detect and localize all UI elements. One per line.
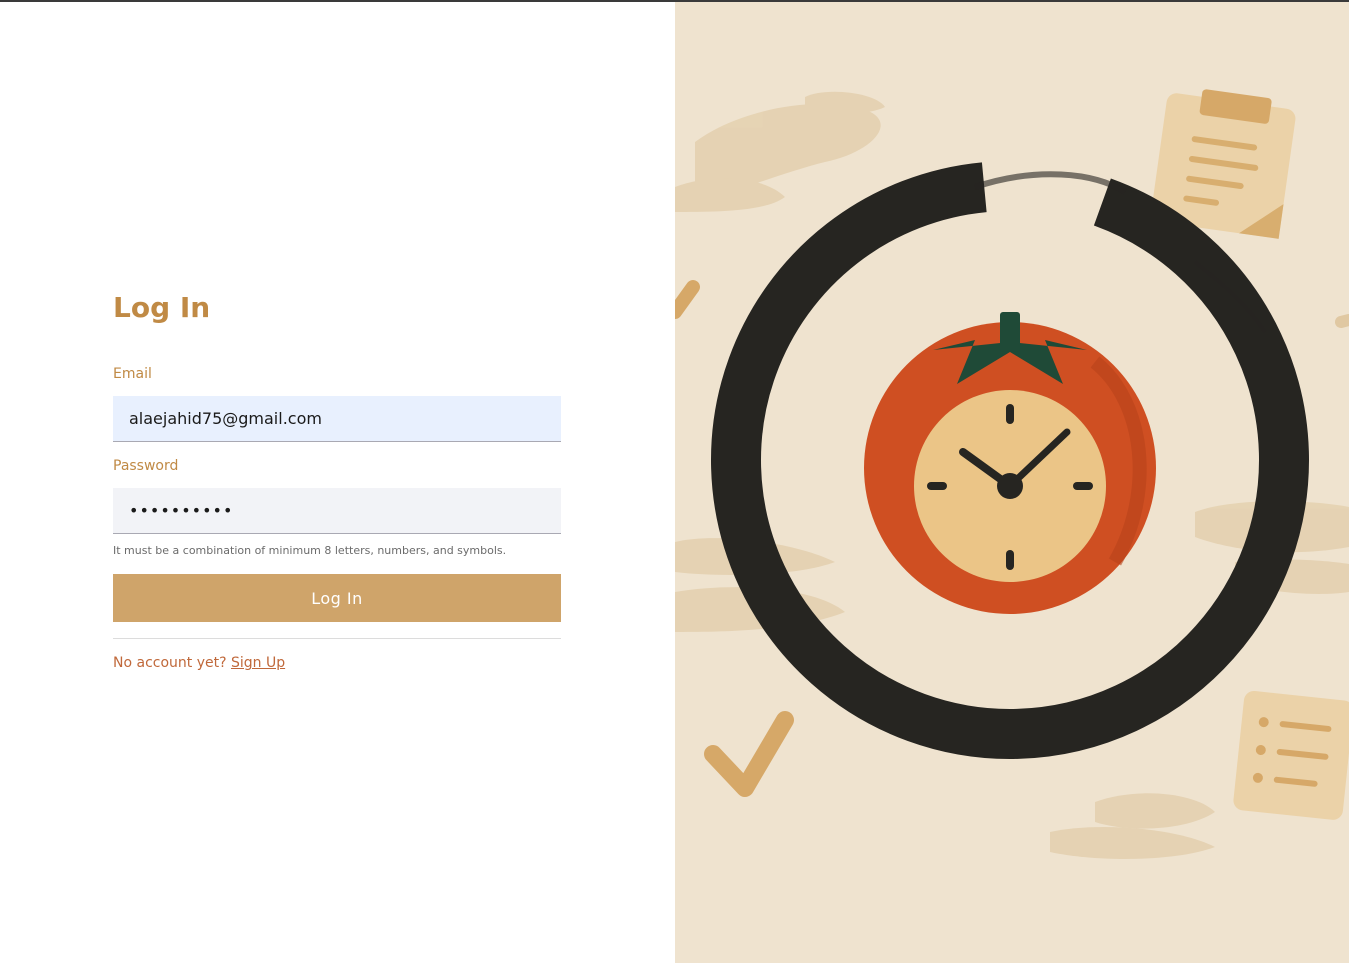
login-button[interactable]: Log In [113,574,561,622]
password-field[interactable] [113,488,561,534]
email-field[interactable] [113,396,561,442]
illustration-panel [675,2,1349,963]
divider [113,638,561,639]
page-title: Log In [113,291,211,324]
pomodoro-illustration [675,89,1349,859]
signup-link[interactable]: Sign Up [231,655,285,671]
email-label: Email [113,366,152,382]
signup-prompt: No account yet? Sign Up [113,655,561,671]
edge-mark [1335,314,1349,328]
password-label: Password [113,458,179,474]
checkmark-icon [704,711,794,797]
login-form: Log In Email Password It must be a combi… [113,290,561,671]
login-panel: Log In Email Password It must be a combi… [0,2,675,963]
partial-checkmark-icon [675,280,700,319]
note-paper-icon [1233,690,1349,820]
tomato-clock-icon [864,312,1156,614]
no-account-text: No account yet? [113,655,227,671]
password-hint: It must be a combination of minimum 8 le… [113,544,507,557]
